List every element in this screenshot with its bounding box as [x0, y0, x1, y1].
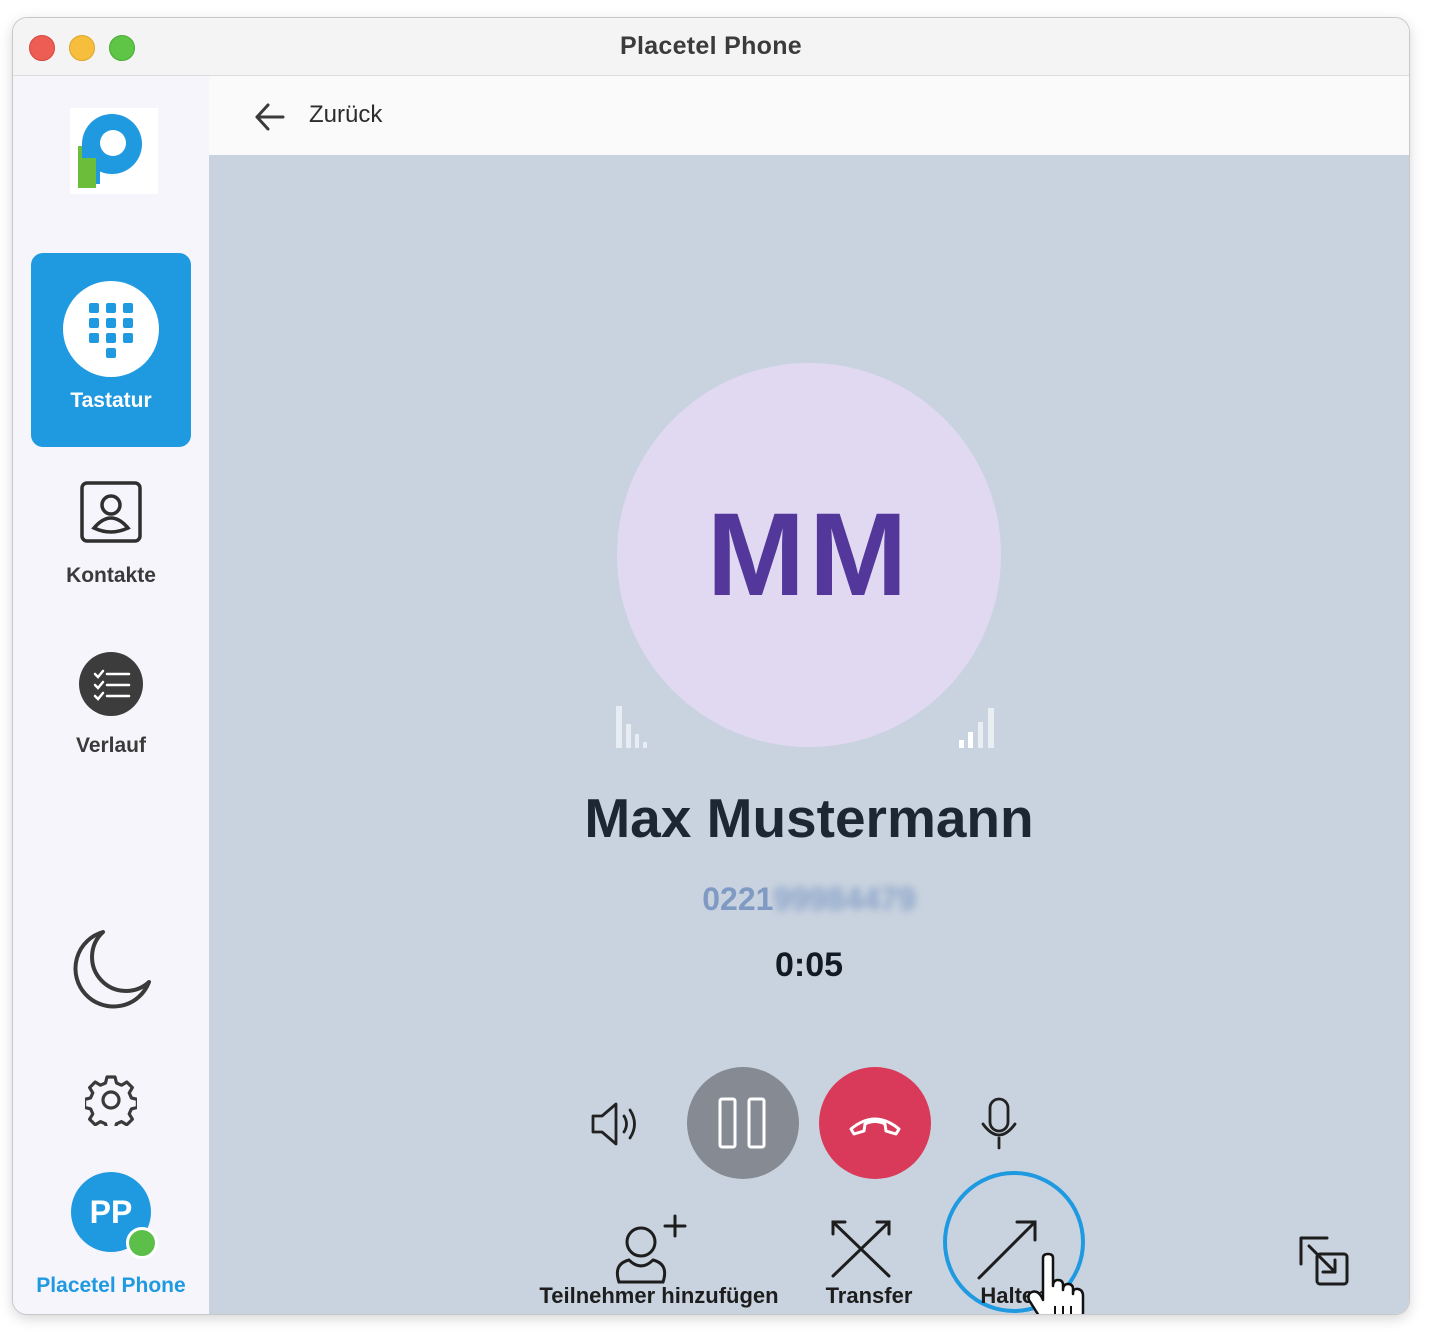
call-duration: 0:05 [774, 946, 844, 984]
placetel-logo [70, 108, 158, 194]
call-header: Zurück [209, 76, 1409, 155]
add-participant-icon[interactable] [609, 1214, 689, 1286]
moon-icon[interactable] [67, 928, 153, 1014]
caller-number: 022199984479 [209, 881, 1409, 918]
sidebar-item-label: Verlauf [75, 734, 147, 757]
back-button[interactable]: Zurück [249, 96, 469, 136]
history-list-icon [79, 652, 143, 716]
pause-icon [718, 1097, 766, 1149]
sidebar-item-tastatur[interactable]: Tastatur [31, 253, 191, 447]
user-name: Placetel Phone [36, 1274, 186, 1297]
caller-number-hidden: 99984479 [773, 881, 916, 917]
gear-icon[interactable] [85, 1074, 137, 1126]
sidebar-item-kontakte[interactable]: Kontakte [31, 480, 191, 600]
speaker-icon[interactable] [589, 1096, 647, 1152]
sidebar-item-label: Kontakte [66, 564, 156, 587]
contact-card-icon [80, 481, 142, 543]
app-window: Placetel Phone Tastatur Kontakte Verlauf… [13, 18, 1409, 1314]
caller-initials: MM [706, 489, 912, 621]
arrow-left-icon [255, 103, 285, 131]
transfer-label[interactable]: Transfer [809, 1283, 929, 1309]
audio-level-left-icon [616, 706, 647, 748]
online-status-indicator [126, 1227, 158, 1259]
hand-cursor-icon [1027, 1252, 1085, 1314]
hangup-button[interactable] [819, 1067, 931, 1179]
audio-level-right-icon [959, 708, 994, 748]
microphone-icon[interactable] [977, 1096, 1021, 1152]
minimize-call-icon[interactable] [1297, 1234, 1351, 1288]
transfer-icon[interactable] [827, 1218, 895, 1280]
title-bar: Placetel Phone [13, 18, 1409, 76]
sidebar-item-label: Tastatur [70, 389, 152, 412]
back-label: Zurück [309, 101, 383, 128]
caller-number-prefix: 0221 [702, 881, 774, 917]
hold-button[interactable] [687, 1067, 799, 1179]
dialpad-icon [63, 281, 159, 377]
caller-avatar: MM [617, 363, 1001, 747]
window-title: Placetel Phone [619, 32, 803, 60]
user-initials: PP [89, 1194, 133, 1230]
hangup-icon [849, 1117, 901, 1136]
caller-name: Max Mustermann [584, 787, 1034, 849]
call-screen: Zurück MM Max Mustermann 022199984479 0:… [209, 76, 1409, 1314]
sidebar: Tastatur Kontakte Verlauf PP Placetel Ph… [13, 76, 209, 1314]
sidebar-item-verlauf[interactable]: Verlauf [31, 652, 191, 772]
add-participant-label[interactable]: Teilnehmer hinzufügen [519, 1283, 799, 1309]
